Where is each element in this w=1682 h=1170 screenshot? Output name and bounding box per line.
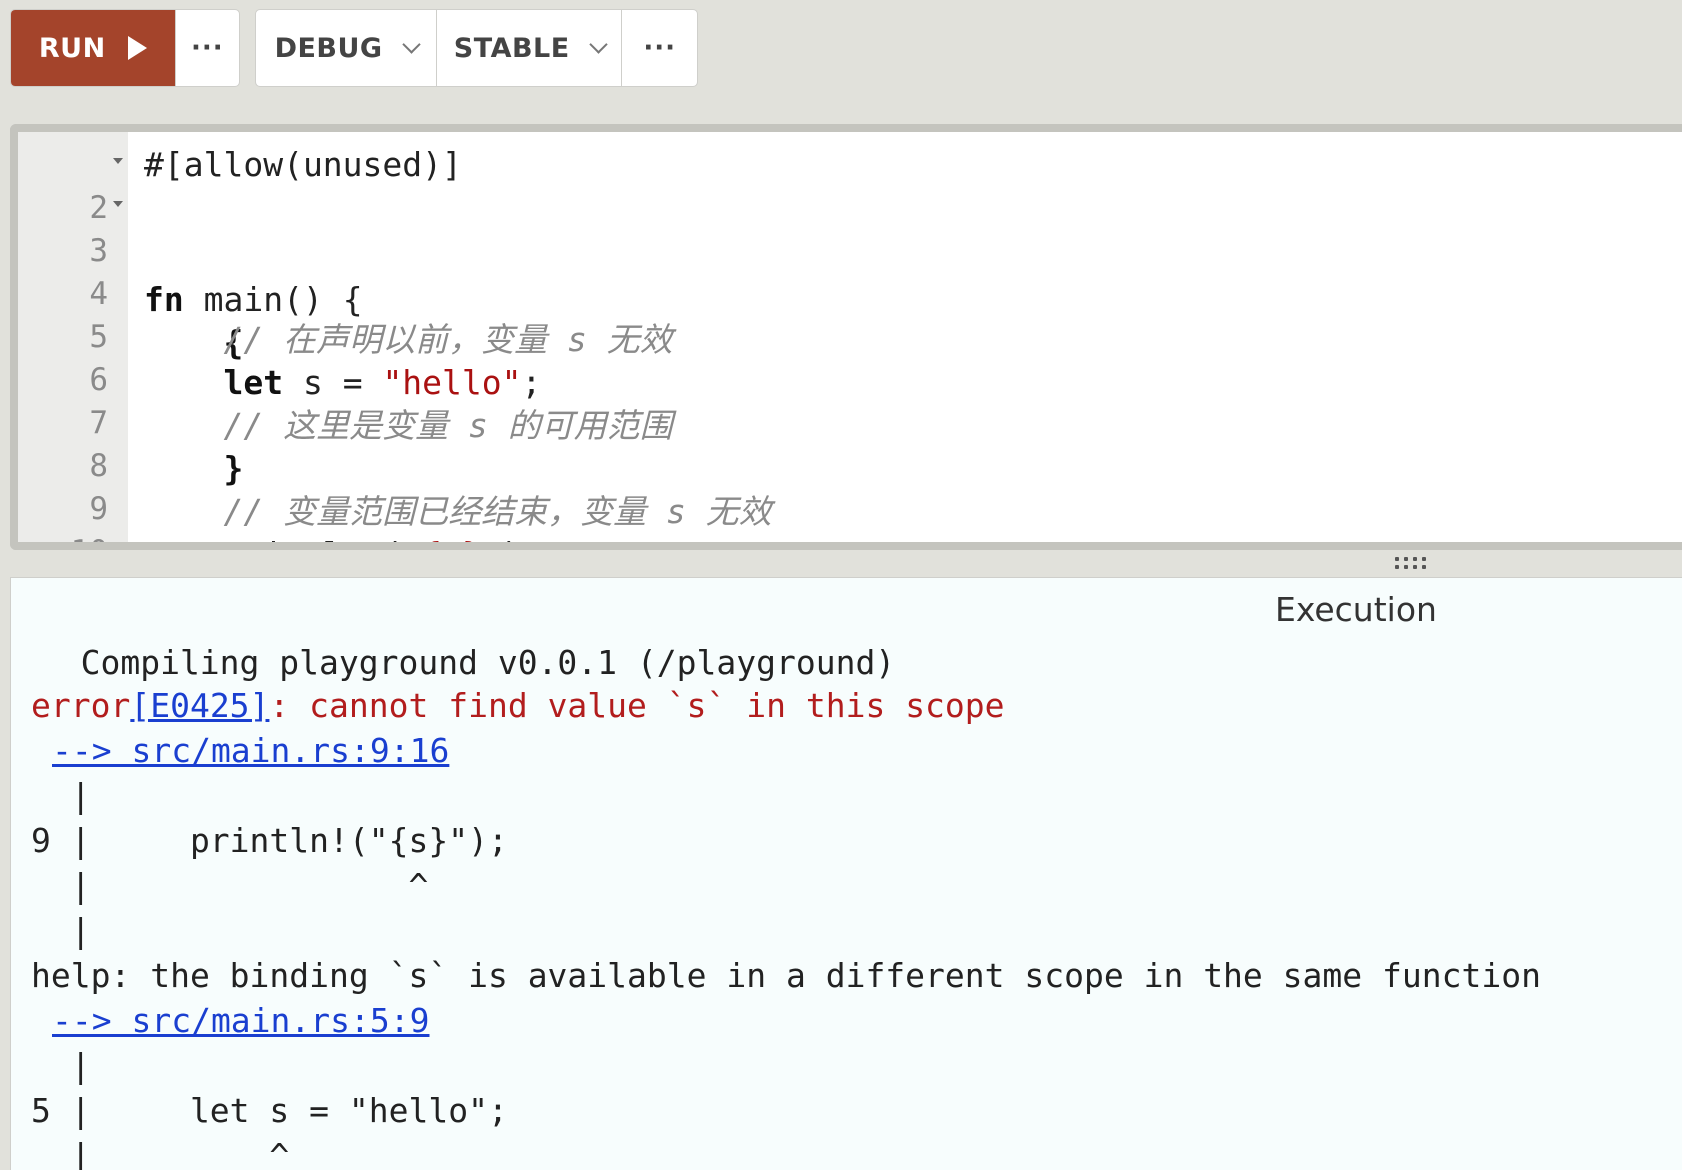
gutter-pipe: | xyxy=(31,911,91,950)
fold-arrow-icon[interactable] xyxy=(113,201,123,207)
more-icon: ··· xyxy=(643,33,676,63)
gutter-pipe: | xyxy=(31,1046,91,1085)
resize-handle[interactable] xyxy=(1395,557,1429,573)
source-snippet: 5 | let s = "hello"; xyxy=(31,1091,508,1130)
fold-arrow-icon[interactable] xyxy=(113,158,123,164)
string-literal: "{s}" xyxy=(402,535,501,542)
run-label: RUN xyxy=(38,32,106,64)
compile-line: Compiling playground v0.0.1 (/playground… xyxy=(21,643,896,682)
build-options-group: DEBUG STABLE ··· xyxy=(255,9,698,87)
chevron-down-icon xyxy=(401,34,421,54)
advanced-more-button[interactable]: ··· xyxy=(621,10,697,86)
code-editor[interactable]: #[allow(unused)] 2 fn main() { 3 { 4 // … xyxy=(10,124,1682,550)
run-more-button[interactable]: ··· xyxy=(174,10,239,86)
location-link[interactable]: --> src/main.rs:9:16 xyxy=(52,728,449,773)
code-line: 9 println!("{s}"); xyxy=(18,440,1678,542)
code-line: 6 // 这里是变量 s 的可用范围 xyxy=(18,311,1678,445)
error-prefix: error xyxy=(31,686,131,725)
error-message: : cannot find value `s` in this scope xyxy=(269,686,1005,725)
gutter-pipe: | xyxy=(31,776,91,815)
location-link[interactable]: --> src/main.rs:5:9 xyxy=(52,998,430,1043)
help-line: help: the binding `s` is available in a … xyxy=(31,956,1541,995)
code-line: 5 let s = "hello"; xyxy=(18,268,1678,402)
run-button[interactable]: RUN xyxy=(11,10,175,86)
code-text: ); xyxy=(502,535,542,542)
play-icon xyxy=(127,36,147,60)
line-number: 10 xyxy=(18,529,108,542)
caret-marker: | ^ xyxy=(31,866,429,905)
run-button-group: RUN ··· xyxy=(10,9,240,87)
chevron-down-icon xyxy=(589,34,608,54)
output-panel: Execution Compiling playground v0.0.1 (/… xyxy=(10,577,1682,1170)
source-snippet: 9 | println!("{s}"); xyxy=(31,821,508,860)
code-line: 7 } xyxy=(18,354,1678,488)
code-text: println!( xyxy=(144,535,402,542)
toolbar: RUN ··· DEBUG STABLE ··· xyxy=(0,0,1682,120)
code-line: 2 fn main() { xyxy=(18,139,1678,319)
channel-dropdown[interactable]: STABLE xyxy=(436,10,621,86)
channel-label: STABLE xyxy=(453,32,570,64)
output-title: Execution xyxy=(1275,590,1437,629)
code-line: 10 } xyxy=(18,483,1678,542)
error-code-link[interactable]: [E0425] xyxy=(130,686,269,725)
mode-label: DEBUG xyxy=(274,32,383,64)
code-line: 8 // 变量范围已经结束，变量 s 无效 xyxy=(18,397,1678,531)
caret-marker: | ^ xyxy=(31,1136,290,1170)
code-line: 4 // 在声明以前，变量 s 无效 xyxy=(18,225,1678,359)
code-line: 3 { xyxy=(18,182,1678,362)
error-line: error[E0425]: cannot find value `s` in t… xyxy=(31,683,1005,728)
mode-dropdown[interactable]: DEBUG xyxy=(256,10,436,86)
more-icon: ··· xyxy=(190,33,224,63)
